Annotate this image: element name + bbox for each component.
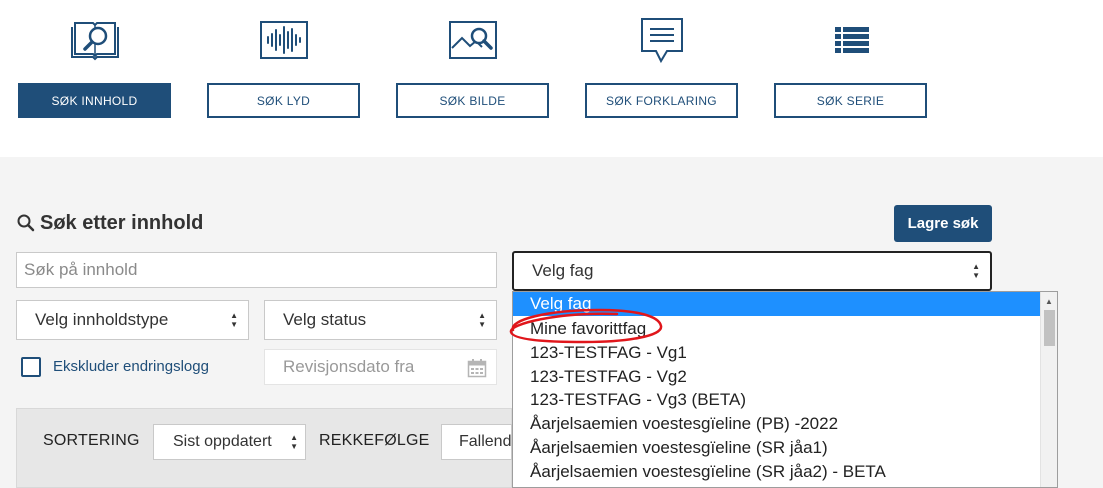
audio-wave-icon[interactable]: [258, 19, 310, 61]
page-title: Søk etter innhold: [16, 210, 203, 236]
book-search-icon[interactable]: [68, 18, 122, 62]
scroll-up-arrow-icon[interactable]: ▲: [1045, 297, 1053, 306]
dropdown-option[interactable]: 123-TESTFAG - Vg1: [513, 341, 1041, 365]
calendar-icon[interactable]: [467, 358, 487, 378]
dropdown-option[interactable]: Åarjelsaemien voestesgïeline (SR jåa1): [513, 436, 1041, 460]
content-search-input[interactable]: Søk på innhold: [16, 252, 497, 288]
tab-search-image[interactable]: SØK BILDE: [396, 83, 549, 118]
order-select[interactable]: Fallend: [441, 424, 512, 460]
sort-select[interactable]: Sist oppdatert ▲ ▼: [153, 424, 306, 460]
list-icon[interactable]: [834, 25, 870, 55]
select-arrows-icon: ▲ ▼: [972, 262, 980, 280]
content-type-select-value: Velg innholdstype: [35, 310, 169, 329]
image-search-icon[interactable]: [447, 19, 499, 61]
select-arrows-icon: ▲ ▼: [230, 311, 238, 329]
subject-dropdown-list[interactable]: Velg fag Mine favorittfag 123-TESTFAG - …: [512, 291, 1058, 488]
subject-select[interactable]: Velg fag ▲ ▼: [512, 251, 992, 291]
sort-select-value: Sist oppdatert: [173, 433, 272, 450]
status-select[interactable]: Velg status ▲ ▼: [264, 300, 497, 340]
tab-search-series[interactable]: SØK SERIE: [774, 83, 927, 118]
scrollbar-thumb[interactable]: [1044, 310, 1055, 346]
content-type-select[interactable]: Velg innholdstype ▲ ▼: [16, 300, 249, 340]
dropdown-option[interactable]: 123-TESTFAG - Vg2: [513, 365, 1041, 389]
subject-select-value: Velg fag: [532, 261, 594, 280]
dropdown-option[interactable]: Velg fag: [513, 292, 1041, 316]
select-arrows-icon: ▲ ▼: [290, 433, 298, 451]
content-search-placeholder: Søk på innhold: [24, 260, 138, 279]
dropdown-scrollbar[interactable]: ▲: [1040, 292, 1057, 487]
order-select-value: Fallend: [459, 433, 512, 450]
revision-date-placeholder: Revisjonsdato fra: [283, 357, 415, 376]
dropdown-option[interactable]: 123-TESTFAG - Vg3 (BETA): [513, 388, 1041, 412]
exclude-changelog-checkbox[interactable]: [21, 357, 41, 377]
tab-search-explanation[interactable]: SØK FORKLARING: [585, 83, 738, 118]
speech-bubble-icon[interactable]: [638, 15, 686, 67]
tab-search-audio[interactable]: SØK LYD: [207, 83, 360, 118]
sorting-label: SORTERING: [43, 432, 140, 449]
dropdown-option[interactable]: Åarjelsaemien voestesgïeline (SR jåa2) -…: [513, 460, 1041, 484]
page-title-text: Søk etter innhold: [40, 211, 204, 234]
dropdown-option[interactable]: Åarjelsaemien voestesgïeline (PB) -2022: [513, 412, 1041, 436]
tab-search-content[interactable]: SØK INNHOLD: [18, 83, 171, 118]
save-search-button[interactable]: Lagre søk: [894, 205, 992, 242]
status-select-value: Velg status: [283, 310, 367, 329]
exclude-changelog-label[interactable]: Ekskluder endringslogg: [53, 358, 209, 375]
dropdown-option-favorites[interactable]: Mine favorittfag: [513, 317, 1041, 341]
search-type-bar: SØK INNHOLD SØK LYD SØK BILDE SØK FORKLA…: [0, 0, 1103, 157]
search-icon: [17, 214, 35, 232]
order-label: REKKEFØLGE: [319, 432, 430, 449]
select-arrows-icon: ▲ ▼: [478, 311, 486, 329]
revision-date-input[interactable]: Revisjonsdato fra: [264, 349, 497, 385]
